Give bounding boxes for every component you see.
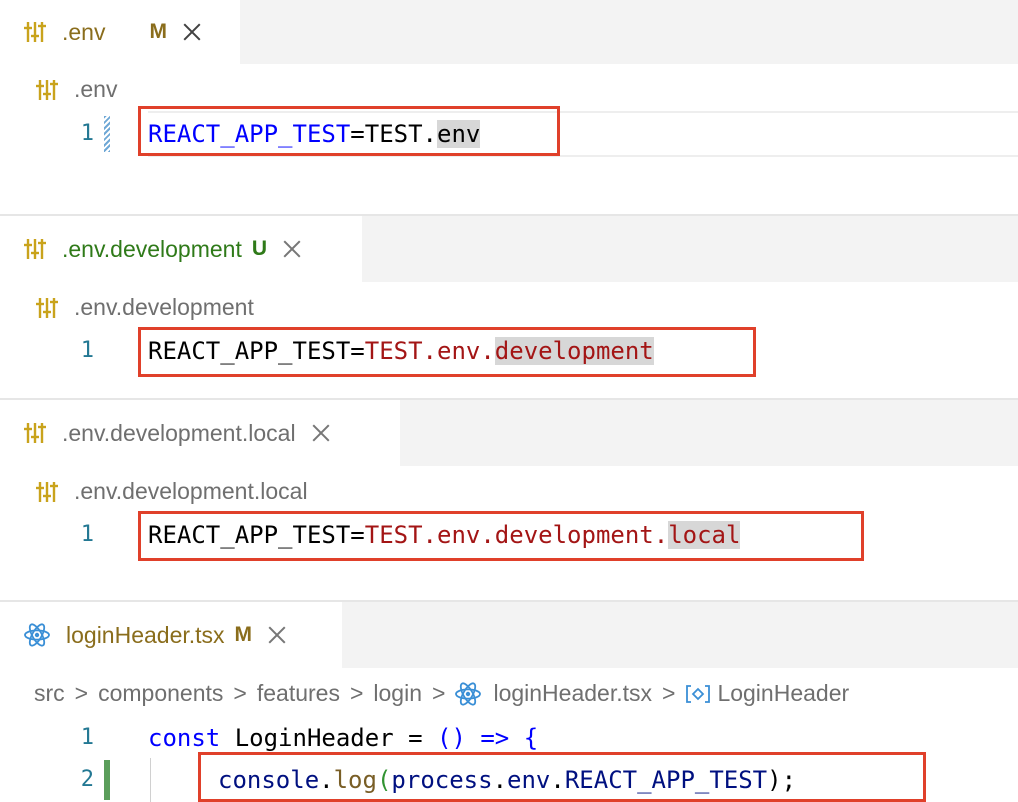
breadcrumb: .env.development [36,294,254,321]
close-icon[interactable] [281,238,303,260]
panel-divider [0,600,1018,602]
close-icon[interactable] [310,422,332,444]
code-text: const LoginHeader = () => { [148,724,539,752]
added-gutter-marker [104,760,110,800]
modified-badge: M [234,623,253,646]
breadcrumb-file[interactable]: .env.development.local [74,478,308,505]
tab-env-development[interactable]: .env.development U [0,216,362,282]
line-number: 1 [80,522,94,547]
breadcrumb-separator: > [74,680,89,706]
sliders-icon [36,480,58,504]
tab-bar: .env.development U [0,216,1018,282]
close-icon[interactable] [266,624,288,646]
breadcrumb-symbol[interactable]: LoginHeader [717,680,849,707]
breadcrumb-login[interactable]: login [373,680,422,707]
panel-divider [0,398,1018,400]
sliders-icon [36,78,58,102]
code-text: console.log(process.env.REACT_APP_TEST); [218,766,797,794]
code-line[interactable]: 1 REACT_APP_TEST=TEST.env.development [0,329,1018,373]
tab-label: .env [62,18,106,45]
tab-bar: .env M [0,0,1018,64]
symbol-module-icon [685,683,711,705]
editor-panel-login-header: loginHeader.tsx M src > components > fea… [0,602,1018,802]
code-text: REACT_APP_TEST=TEST.env.development.loca… [148,521,741,549]
breadcrumb: .env.development.local [36,478,308,505]
breadcrumb-separator: > [432,680,446,706]
tab-env-development-local[interactable]: .env.development.local [0,400,400,466]
untracked-badge: U [251,237,268,260]
sliders-icon [24,20,46,44]
sliders-icon [24,237,46,261]
breadcrumb-file[interactable]: loginHeader.tsx [493,680,652,707]
modified-badge: M [149,20,167,43]
react-atom-icon [24,623,50,647]
react-atom-icon [455,681,482,706]
line-number: 1 [80,121,94,146]
breadcrumb: .env [36,76,117,103]
code-line[interactable]: 2 console.log(process.env.REACT_APP_TEST… [0,758,1018,802]
line-number: 2 [80,767,94,792]
code-line[interactable]: 1 REACT_APP_TEST=TEST.env [0,112,1018,156]
tab-label: .env.development.local [62,419,296,446]
tab-env[interactable]: .env M [0,0,240,64]
tab-login-header[interactable]: loginHeader.tsx M [0,602,342,668]
code-text: REACT_APP_TEST=TEST.env.development [148,337,654,365]
sliders-icon [36,296,58,320]
breadcrumb-file[interactable]: .env [74,76,117,103]
code-line[interactable]: 1 REACT_APP_TEST=TEST.env.development.lo… [0,513,1018,557]
breadcrumb-separator: > [233,680,247,706]
line-number: 1 [80,725,94,750]
tab-bar: .env.development.local [0,400,1018,466]
breadcrumb-separator: > [349,680,364,706]
modified-gutter-marker [104,116,110,152]
editor-panel-env-development-local: .env.development.local .env.development.… [0,400,1018,600]
line-number: 1 [80,338,94,363]
code-text: REACT_APP_TEST=TEST.env [148,120,481,148]
tab-bar: loginHeader.tsx M [0,602,1018,668]
sliders-icon [24,421,46,445]
tab-label: loginHeader.tsx [66,621,225,648]
breadcrumb-separator: > [662,680,676,706]
editor-panel-env: .env M .env 1 REACT_APP_TEST=TEST.env [0,0,1018,214]
indent-guide [150,758,151,802]
tab-label: .env.development [62,235,242,262]
editor-panel-env-development: .env.development U .env.development 1 RE… [0,216,1018,398]
breadcrumb-src[interactable]: src [34,680,65,707]
panel-divider [0,214,1018,216]
breadcrumb-features[interactable]: features [257,680,340,707]
breadcrumb-components[interactable]: components [98,680,223,707]
breadcrumb-file[interactable]: .env.development [74,294,254,321]
close-icon[interactable] [181,21,203,43]
code-line[interactable]: 1 const LoginHeader = () => { [0,716,1018,760]
breadcrumb: src > components > features > login > lo… [34,680,849,707]
